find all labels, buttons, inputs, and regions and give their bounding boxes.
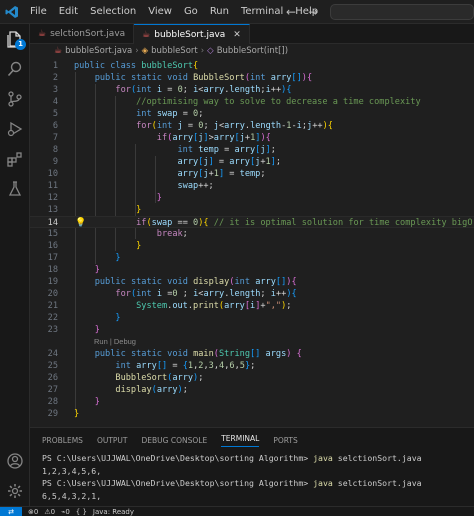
- code-line: 26 BubbleSort(arry);: [47, 373, 204, 383]
- code-line: 13 }: [47, 205, 142, 215]
- code-line: 11 swap++;: [47, 181, 214, 191]
- code-line: 29}: [47, 409, 80, 419]
- testing-flask-icon[interactable]: [0, 174, 30, 204]
- code-line: 5 int swap = 0;: [52, 109, 204, 119]
- method-symbol-icon: ◇: [207, 46, 214, 56]
- menu-bar: File Edit Selection View Go Run Terminal…: [24, 0, 324, 24]
- remote-indicator-icon[interactable]: ⇄: [0, 506, 22, 516]
- tab-debug-console[interactable]: DEBUG CONSOLE: [142, 436, 208, 445]
- ports-count: 0: [65, 507, 70, 516]
- code-line: 17 }: [47, 253, 121, 263]
- menu-run[interactable]: Run: [204, 0, 235, 24]
- tab-output[interactable]: OUTPUT: [97, 436, 128, 445]
- run-debug-icon[interactable]: [0, 114, 30, 144]
- tab-label: selctionSort.java: [50, 29, 126, 39]
- code-line: 10 arry[j+1] = temp;: [47, 169, 266, 179]
- breadcrumb-class[interactable]: bubbleSort: [151, 46, 198, 56]
- code-line: 28 }: [47, 397, 100, 407]
- title-bar: File Edit Selection View Go Run Terminal…: [0, 0, 474, 24]
- extensions-icon[interactable]: [0, 144, 30, 174]
- java-file-icon: ☕: [38, 29, 47, 39]
- tab-selction-sort[interactable]: ☕ selctionSort.java: [30, 24, 135, 44]
- tab-bubble-sort[interactable]: ☕ bubbleSort.java ✕: [134, 24, 250, 44]
- code-line: 19 public static void display(int arry[]…: [47, 277, 297, 287]
- tab-ports[interactable]: PORTS: [273, 436, 297, 445]
- java-file-icon: ☕: [54, 46, 63, 56]
- bottom-panel: PROBLEMS OUTPUT DEBUG CONSOLE TERMINAL P…: [30, 427, 474, 506]
- code-line: 9 arry[j] = arry[j+1];: [52, 157, 282, 167]
- java-status-icon: { }: [75, 507, 87, 516]
- breadcrumb: ☕ bubbleSort.java › ◈ bubbleSort › ◇ Bub…: [30, 44, 474, 58]
- warnings-count: 0: [50, 507, 56, 516]
- class-symbol-icon: ◈: [141, 46, 149, 56]
- code-line: 2 public static void BubbleSort(int arry…: [52, 73, 313, 83]
- source-control-icon[interactable]: [0, 84, 30, 114]
- code-line: 24 public static void main(String[] args…: [47, 349, 302, 359]
- tab-terminal[interactable]: TERMINAL: [221, 434, 260, 447]
- settings-gear-icon[interactable]: [0, 476, 30, 506]
- explorer-icon[interactable]: 1: [0, 24, 30, 54]
- nav-arrows: ← →: [286, 0, 318, 24]
- menu-file[interactable]: File: [24, 0, 53, 24]
- terminal-line: PS C:\Users\UJJWAL\OneDrive\Desktop\sort…: [42, 453, 422, 463]
- close-icon[interactable]: ✕: [233, 30, 241, 40]
- java-file-icon: ☕: [142, 29, 151, 40]
- activity-bar: 1: [0, 24, 30, 506]
- code-line: 21 System.out.print(arry[i]+",");: [47, 301, 292, 311]
- java-status[interactable]: Java: Ready: [93, 508, 134, 516]
- code-line: 23 }: [47, 325, 100, 335]
- code-line: 8 int temp = arry[j];: [52, 145, 276, 155]
- code-line: 18 }: [47, 265, 100, 275]
- menu-go[interactable]: Go: [178, 0, 204, 24]
- code-line: 15 break;: [47, 229, 188, 239]
- code-line: 22 }: [47, 313, 121, 323]
- breadcrumb-method[interactable]: BubbleSort(int[]): [217, 46, 288, 56]
- code-line: 4 //optimising way to solve to decrease …: [52, 97, 421, 107]
- current-code-line: 14 💡 if(swap == 0){ // it is optimal solu…: [30, 216, 474, 228]
- breadcrumb-file[interactable]: bubbleSort.java: [65, 46, 132, 56]
- code-line: 16 }: [47, 241, 142, 251]
- code-line: 3 for(int i = 0; i<arry.length;i++){: [52, 85, 292, 95]
- code-line: 25 int arry[] = {1,2,3,4,6,5};: [47, 361, 256, 371]
- account-icon[interactable]: [0, 446, 30, 476]
- code-line: 7 if(arry[j]>arry[j+1]){: [52, 133, 271, 143]
- menu-selection[interactable]: Selection: [84, 0, 142, 24]
- terminal-line: 1,2,3,4,5,6,: [42, 465, 102, 476]
- tab-problems[interactable]: PROBLEMS: [42, 436, 83, 445]
- terminal-line: 6,5,4,3,2,1,: [42, 490, 102, 501]
- terminal-line: PS C:\Users\UJJWAL\OneDrive\Desktop\sort…: [42, 478, 422, 488]
- code-line: 27 display(arry);: [47, 385, 188, 395]
- explorer-badge: 1: [15, 39, 26, 50]
- chevron-right-icon: ›: [135, 46, 139, 56]
- menu-terminal[interactable]: Terminal: [235, 0, 289, 24]
- panel-tabs: PROBLEMS OUTPUT DEBUG CONSOLE TERMINAL P…: [30, 428, 474, 452]
- menu-edit[interactable]: Edit: [53, 0, 84, 24]
- editor-tabs: ☕ selctionSort.java ☕ bubbleSort.java ✕: [30, 24, 474, 44]
- code-line: 6 for(int j = 0; j<arry.length-1-i;j++){: [52, 121, 333, 131]
- code-editor[interactable]: 1 public class bubbleSort{ 2 public stati…: [30, 58, 474, 427]
- errors-count: 0: [33, 507, 39, 516]
- code-line: 1 public class bubbleSort{: [52, 61, 199, 71]
- chevron-right-icon: ›: [200, 46, 205, 56]
- code-line: 12 }: [47, 193, 162, 203]
- search-icon[interactable]: [0, 54, 30, 84]
- back-arrow-icon[interactable]: ←: [286, 5, 296, 19]
- code-line: 20 for(int i =0 ; i<arry.length; i++){: [47, 289, 297, 299]
- tab-label: bubbleSort.java: [154, 29, 226, 40]
- forward-arrow-icon[interactable]: →: [308, 5, 318, 19]
- run-debug-codelens[interactable]: Run | Debug: [94, 337, 136, 347]
- menu-view[interactable]: View: [142, 0, 178, 24]
- command-center-search[interactable]: [330, 4, 474, 20]
- terminal-output[interactable]: PS C:\Users\UJJWAL\OneDrive\Desktop\sort…: [30, 452, 474, 502]
- vscode-logo-icon: [0, 0, 24, 24]
- status-bar: ⇄ ⊗ 0 ⚠ 0 ⌁ 0 { } Java: Ready: [0, 506, 474, 516]
